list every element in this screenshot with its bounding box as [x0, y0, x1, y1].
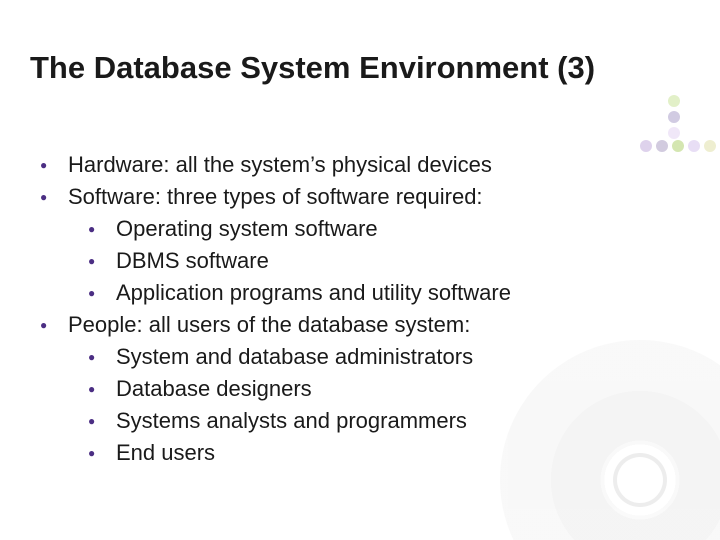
list-item: ● Database designers: [88, 374, 680, 404]
decorative-dots-vertical: [668, 95, 680, 139]
list-item-text: Systems analysts and programmers: [116, 406, 680, 436]
list-item-text: System and database administrators: [116, 342, 680, 372]
list-item: ● People: all users of the database syst…: [40, 310, 680, 340]
list-item: ● Systems analysts and programmers: [88, 406, 680, 436]
list-item: ● System and database administrators: [88, 342, 680, 372]
list-item-text: DBMS software: [116, 246, 680, 276]
bullet-icon: ●: [88, 374, 116, 404]
slide: The Database System Environment (3) ● Ha…: [0, 0, 720, 540]
bullet-icon: ●: [88, 342, 116, 372]
bullet-icon: ●: [40, 310, 68, 340]
list-item-text: Application programs and utility softwar…: [116, 278, 680, 308]
slide-body: ● Hardware: all the system’s physical de…: [40, 150, 680, 470]
bullet-icon: ●: [88, 438, 116, 468]
bullet-icon: ●: [88, 406, 116, 436]
list-item: ● DBMS software: [88, 246, 680, 276]
list-item-text: People: all users of the database system…: [68, 310, 680, 340]
list-item: ● Application programs and utility softw…: [88, 278, 680, 308]
list-item-text: Software: three types of software requir…: [68, 182, 680, 212]
list-item: ● End users: [88, 438, 680, 468]
list-item-text: Database designers: [116, 374, 680, 404]
bullet-icon: ●: [88, 246, 116, 276]
list-item: ● Hardware: all the system’s physical de…: [40, 150, 680, 180]
list-item: ● Software: three types of software requ…: [40, 182, 680, 212]
list-item: ● Operating system software: [88, 214, 680, 244]
list-item-text: Operating system software: [116, 214, 680, 244]
list-item-text: End users: [116, 438, 680, 468]
bullet-icon: ●: [88, 214, 116, 244]
bullet-icon: ●: [88, 278, 116, 308]
bullet-icon: ●: [40, 182, 68, 212]
slide-title: The Database System Environment (3): [30, 50, 710, 86]
list-item-text: Hardware: all the system’s physical devi…: [68, 150, 680, 180]
bullet-icon: ●: [40, 150, 68, 180]
